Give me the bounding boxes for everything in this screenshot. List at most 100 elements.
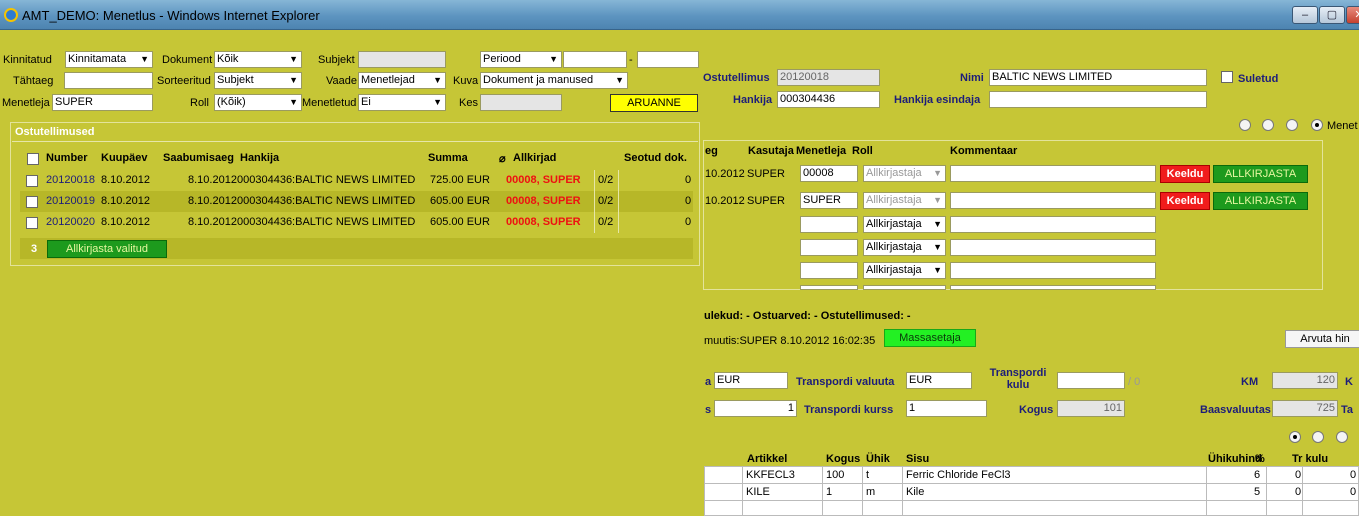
sign-button[interactable]: ALLKIRJASTA (1213, 192, 1308, 210)
approver-user: SUPER (747, 168, 785, 180)
ie-logo-icon (4, 8, 18, 22)
approver-comment-field[interactable] (950, 262, 1156, 279)
order-number[interactable]: 20120020 (46, 216, 95, 228)
hankija-field[interactable]: 000304436 (777, 91, 880, 108)
col-saabumisaeg: Saabumisaeg (163, 152, 234, 164)
vaade-select[interactable]: Menetlejad ▼ (358, 72, 446, 89)
reject-button[interactable]: Keeldu (1160, 165, 1210, 183)
approver-roll-select[interactable]: Allkirjastaja ▼ (863, 216, 946, 233)
tahtaeg-field[interactable] (64, 72, 153, 89)
baas-field[interactable]: 725 (1272, 400, 1338, 417)
transp-valuuta-field[interactable]: EUR (906, 372, 972, 389)
order-linked: 0 (685, 195, 692, 207)
maximize-button[interactable]: ▢ (1319, 6, 1345, 24)
sign-selected-button[interactable]: Allkirjasta valitud (47, 240, 167, 258)
divider (12, 141, 698, 142)
sorteeritud-select[interactable]: Subjekt ▼ (214, 72, 302, 89)
divider (822, 466, 823, 516)
valuuta-field[interactable]: EUR (714, 372, 788, 389)
item-kogus[interactable]: 100 (826, 469, 844, 481)
periood-select[interactable]: Periood ▼ (480, 51, 562, 68)
tab-radio-selected[interactable] (1311, 119, 1323, 131)
item-uhikuhind[interactable]: 6 (1254, 469, 1260, 481)
col-seotud: Seotud dok. (624, 152, 687, 164)
transp-kurss-field[interactable]: 1 (906, 400, 987, 417)
view-radio[interactable] (1336, 431, 1348, 443)
approver-comment-field[interactable] (950, 165, 1156, 182)
approver-roll-select[interactable]: Allkirjastaja ▼ (863, 192, 946, 209)
tab-radio[interactable] (1239, 119, 1251, 131)
roll-value: (Kõik) (217, 96, 246, 108)
item-artikkel[interactable]: KKFECL3 (746, 469, 795, 481)
item-kogus[interactable]: 1 (826, 486, 832, 498)
approver-comment-field[interactable] (950, 285, 1156, 290)
kurss-field[interactable]: 1 (714, 400, 797, 417)
subjekt-field[interactable] (358, 51, 446, 68)
select-all-checkbox[interactable] (27, 153, 39, 165)
approver-menetleja-field[interactable] (800, 239, 858, 256)
approver-menetleja-field[interactable] (800, 285, 858, 290)
approver-menetleja-field[interactable] (800, 262, 858, 279)
approver-menetleja-field[interactable] (800, 216, 858, 233)
approver-menetleja-field[interactable]: 00008 (800, 165, 858, 182)
window-title: AMT_DEMO: Menetlus - Windows Internet Ex… (22, 8, 320, 23)
periood-value: Periood (483, 53, 521, 65)
row-checkbox[interactable] (26, 217, 38, 229)
approver-comment-field[interactable] (950, 192, 1156, 209)
item-percent[interactable]: 0 (1295, 486, 1301, 498)
approver-roll-select[interactable]: Allkirjastaja ▼ (863, 262, 946, 279)
transp-kulu-field[interactable] (1057, 372, 1125, 389)
menetletud-select[interactable]: Ei ▼ (358, 94, 446, 111)
order-date: 8.10.2012 (101, 174, 150, 186)
view-radio[interactable] (1312, 431, 1324, 443)
item-uhik[interactable]: m (866, 486, 875, 498)
item-trkulu[interactable]: 0 (1350, 469, 1356, 481)
dokument-select[interactable]: Kõik ▼ (214, 51, 302, 68)
approver-roll-select[interactable] (863, 285, 946, 290)
approver-comment-field[interactable] (950, 216, 1156, 233)
row-checkbox[interactable] (26, 196, 38, 208)
kuva-select[interactable]: Dokument ja manused ▼ (480, 72, 628, 89)
minimize-button[interactable]: – (1292, 6, 1318, 24)
approver-roll-select[interactable]: Allkirjastaja ▼ (863, 239, 946, 256)
arvuta-hind-button[interactable]: Arvuta hin (1285, 330, 1359, 348)
menetletud-label: Menetletud (302, 97, 357, 109)
item-sisu[interactable]: Ferric Chloride FeCl3 (906, 469, 1011, 481)
item-uhik[interactable]: t (866, 469, 869, 481)
periood-from-field[interactable] (563, 51, 627, 68)
close-button[interactable]: ✕ (1346, 6, 1359, 24)
sign-button[interactable]: ALLKIRJASTA (1213, 165, 1308, 183)
table-row[interactable]: 20120020 8.10.2012 8.10.2012 000304436:B… (20, 212, 693, 233)
order-number[interactable]: 20120019 (46, 195, 95, 207)
table-row[interactable]: 20120019 8.10.2012 8.10.2012 000304436:B… (20, 191, 693, 212)
ostutellimus-field[interactable]: 20120018 (777, 69, 880, 86)
reject-button[interactable]: Keeldu (1160, 192, 1210, 210)
aruanne-button[interactable]: ARUANNE (610, 94, 698, 112)
approver-menetleja-field[interactable]: SUPER (800, 192, 858, 209)
roll-select[interactable]: (Kõik) ▼ (214, 94, 302, 111)
item-sisu[interactable]: Kile (906, 486, 924, 498)
item-uhikuhind[interactable]: 5 (1254, 486, 1260, 498)
nimi-field[interactable]: BALTIC NEWS LIMITED (989, 69, 1207, 86)
kes-field[interactable] (480, 94, 562, 111)
km-field[interactable]: 120 (1272, 372, 1338, 389)
row-checkbox[interactable] (26, 175, 38, 187)
kogus-field[interactable]: 101 (1057, 400, 1125, 417)
periood-to-field[interactable] (637, 51, 699, 68)
menetleja-field[interactable]: SUPER (52, 94, 153, 111)
kinnitatud-select[interactable]: Kinnitamata ▼ (65, 51, 153, 68)
massasetaja-button[interactable]: Massasetaja (884, 329, 976, 347)
col-eg: eg (705, 145, 718, 157)
tab-radio[interactable] (1262, 119, 1274, 131)
table-row[interactable]: 20120018 8.10.2012 8.10.2012 000304436:B… (20, 170, 693, 191)
tab-radio[interactable] (1286, 119, 1298, 131)
item-percent[interactable]: 0 (1295, 469, 1301, 481)
suletud-checkbox[interactable] (1221, 71, 1233, 83)
esindaja-field[interactable] (989, 91, 1207, 108)
approver-roll-select[interactable]: Allkirjastaja ▼ (863, 165, 946, 182)
item-trkulu[interactable]: 0 (1350, 486, 1356, 498)
view-radio-selected[interactable] (1289, 431, 1301, 443)
order-number[interactable]: 20120018 (46, 174, 95, 186)
item-artikkel[interactable]: KILE (746, 486, 770, 498)
approver-comment-field[interactable] (950, 239, 1156, 256)
